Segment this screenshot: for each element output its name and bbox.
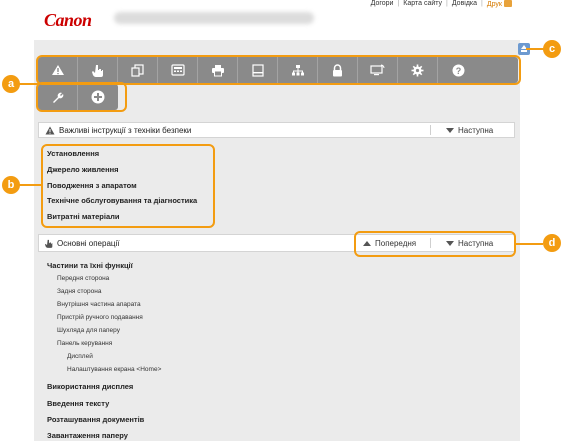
entering-text[interactable]: Введення тексту: [47, 399, 109, 408]
callout-d-box: [354, 231, 516, 257]
callout-b-leader: [18, 184, 42, 186]
callout-d-marker: d: [543, 234, 561, 252]
print-label: Друк: [486, 1, 502, 8]
top-links: Догори | Карта сайту | Довідка | Друк: [371, 0, 512, 8]
next-link[interactable]: Наступна: [446, 126, 493, 135]
hand-icon: [45, 239, 53, 248]
link-help[interactable]: Довідка: [452, 0, 477, 8]
safety-section-header: Важливі інструкції з техніки безпеки: [38, 122, 515, 138]
warning-icon: [45, 126, 55, 134]
link-sitemap[interactable]: Карта сайту: [403, 0, 442, 8]
next-label: Наступна: [458, 126, 494, 135]
link-separator: |: [397, 0, 400, 7]
callout-d-leader: [515, 243, 543, 245]
part-interior[interactable]: Внутрішня частина апарата: [57, 301, 141, 308]
header: Canon Догори | Карта сайту | Довідка | Д…: [34, 0, 520, 40]
manual-title-blurred: [114, 12, 314, 24]
link-print[interactable]: Друк: [487, 0, 512, 8]
part-home-screen-settings[interactable]: Налаштування екрана <Home>: [67, 366, 161, 373]
callout-c-leader: [526, 48, 544, 50]
callout-b-box: [41, 144, 215, 228]
print-icon: [504, 0, 512, 7]
link-top[interactable]: Догори: [371, 0, 394, 8]
basic-section-title: Основні операції: [57, 238, 120, 248]
nav-separator: [430, 125, 431, 135]
callout-a-leader: [18, 83, 38, 85]
part-manual-feed[interactable]: Пристрій ручного подавання: [57, 314, 143, 321]
part-control-panel[interactable]: Панель керування: [57, 340, 112, 347]
callout-a-box: [36, 55, 521, 85]
parts-heading[interactable]: Частини та їхні функції: [47, 261, 133, 270]
placing-documents[interactable]: Розташування документів: [47, 415, 144, 424]
part-paper-drawer[interactable]: Шухляда для паперу: [57, 327, 120, 334]
safety-section-title: Важливі інструкції з техніки безпеки: [59, 125, 192, 135]
part-front[interactable]: Передня сторона: [57, 275, 109, 282]
canon-logo: Canon: [44, 10, 92, 30]
part-back[interactable]: Задня сторона: [57, 288, 101, 295]
triangle-down-icon: [446, 128, 454, 133]
loading-paper[interactable]: Завантаження паперу: [47, 431, 128, 440]
callout-c-marker: c: [543, 40, 561, 58]
part-display[interactable]: Дисплей: [67, 353, 93, 360]
link-separator: |: [446, 0, 448, 7]
callout-b-marker: b: [2, 176, 20, 194]
link-separator: |: [481, 0, 483, 7]
callout-a-marker: a: [2, 75, 20, 93]
using-display[interactable]: Використання дисплея: [47, 382, 133, 391]
callout-a-box-row2: [36, 82, 127, 112]
